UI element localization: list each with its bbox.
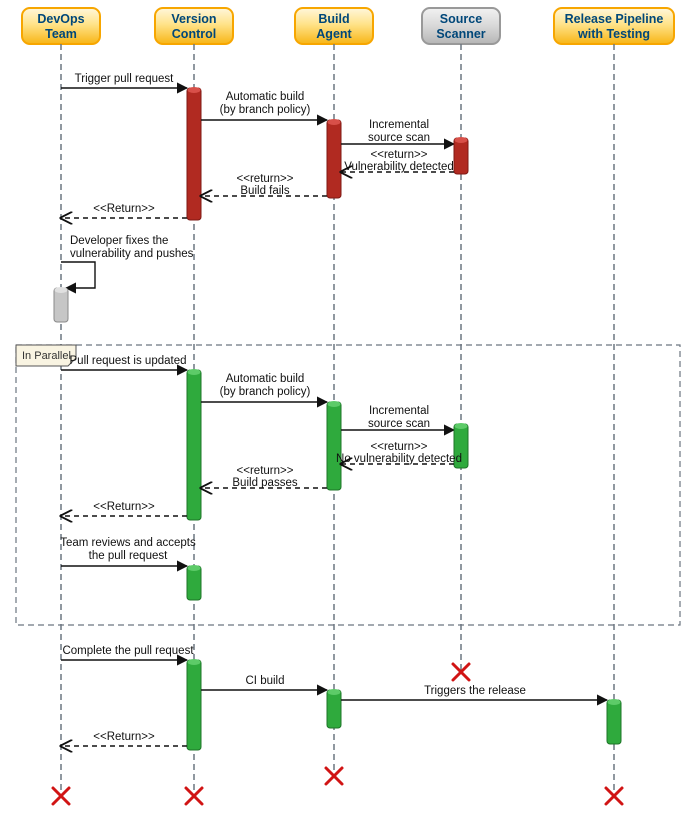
activation-devops-fix xyxy=(54,287,68,322)
msg-pr-updated-label: Pull request is updated xyxy=(70,355,187,367)
msg-return-buildfails-a: <<return>> xyxy=(237,173,294,185)
msg-return-1-label: <<Return>> xyxy=(93,203,155,215)
activation-scan-fail xyxy=(454,137,468,174)
msg-devfix-arrow xyxy=(61,262,95,288)
frame-parallel xyxy=(16,345,680,625)
msg-return-vuln-b: Vulnerability detected xyxy=(344,161,454,173)
msg-incr-scan-1-b: source scan xyxy=(368,132,430,144)
msg-incr-scan-2-a: Incremental xyxy=(369,405,429,417)
svg-text:Version: Version xyxy=(171,12,216,26)
activation-vc-pass xyxy=(187,369,201,520)
msg-return-3-label: <<Return>> xyxy=(93,731,155,743)
activation-build-fail xyxy=(327,119,341,198)
msg-incr-scan-2-b: source scan xyxy=(368,418,430,430)
msg-return-2-label: <<Return>> xyxy=(93,501,155,513)
svg-text:Agent: Agent xyxy=(316,27,352,41)
lane-version-control: Version Control xyxy=(155,8,233,44)
lane-devops: DevOps Team xyxy=(22,8,100,44)
msg-devfix-b: vulnerability and pushes xyxy=(70,248,194,260)
msg-complete-pr-label: Complete the pull request xyxy=(62,645,194,657)
msg-team-reviews-b: the pull request xyxy=(89,550,168,562)
svg-text:Team: Team xyxy=(45,27,77,41)
svg-text:DevOps: DevOps xyxy=(37,12,84,26)
destroy-vc xyxy=(186,788,202,804)
svg-text:Build: Build xyxy=(318,12,349,26)
lane-build-agent: Build Agent xyxy=(295,8,373,44)
msg-auto-build-2-b: (by branch policy) xyxy=(220,386,311,398)
svg-text:Scanner: Scanner xyxy=(436,27,485,41)
msg-return-buildpass-b: Build passes xyxy=(232,477,297,489)
activation-vc-accept xyxy=(187,565,201,600)
svg-text:Control: Control xyxy=(172,27,216,41)
activation-build-pass xyxy=(327,401,341,490)
msg-return-buildfails-b: Build fails xyxy=(240,185,289,197)
svg-text:Release Pipeline: Release Pipeline xyxy=(565,12,664,26)
msg-return-vuln-a: <<return>> xyxy=(371,149,428,161)
activation-vc-fail xyxy=(187,87,201,220)
destroy-build xyxy=(326,768,342,784)
svg-text:with Testing: with Testing xyxy=(577,27,650,41)
activation-vc-complete xyxy=(187,659,201,750)
activation-release xyxy=(607,699,621,744)
msg-auto-build-2-a: Automatic build xyxy=(226,373,305,385)
msg-return-novuln-b: No vulnerability detected xyxy=(336,453,462,465)
msg-auto-build-1-label-a: Automatic build xyxy=(226,91,305,103)
destroy-release xyxy=(606,788,622,804)
sequence-diagram: DevOps Team Version Control Build Agent … xyxy=(0,0,697,813)
msg-return-novuln-a: <<return>> xyxy=(371,441,428,453)
activation-build-ci xyxy=(327,689,341,728)
lane-source-scanner: Source Scanner xyxy=(422,8,500,44)
msg-devfix-a: Developer fixes the xyxy=(70,235,168,247)
msg-incr-scan-1-a: Incremental xyxy=(369,119,429,131)
msg-auto-build-1-label-b: (by branch policy) xyxy=(220,104,311,116)
frame-parallel-label: In Parallel xyxy=(22,350,71,362)
msg-trigger-pr-label: Trigger pull request xyxy=(75,73,174,85)
msg-return-buildpass-a: <<return>> xyxy=(237,465,294,477)
svg-text:Source: Source xyxy=(440,12,482,26)
msg-team-reviews-a: Team reviews and accepts xyxy=(60,537,196,549)
lane-release-pipeline: Release Pipeline with Testing xyxy=(554,8,674,44)
msg-trigger-release-label: Triggers the release xyxy=(424,685,526,697)
msg-ci-build-label: CI build xyxy=(246,675,285,687)
destroy-devops xyxy=(53,788,69,804)
